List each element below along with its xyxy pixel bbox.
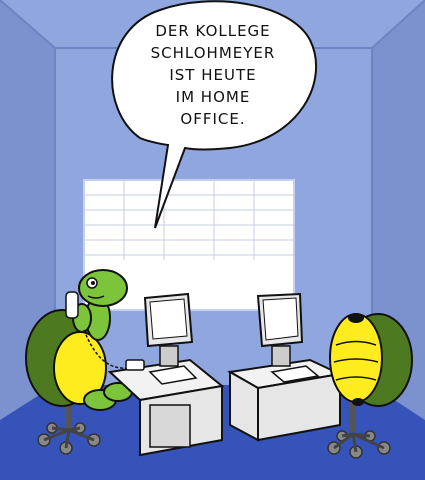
speech-bubble-text: DER KOLLEGE SCHLOHMEYER IST HEUTE IM HOM… [118,20,308,130]
speech-line-1: DER KOLLEGE [155,22,271,40]
speech-line-3: IST HEUTE [169,66,257,84]
speech-line-5: OFFICE. [180,110,246,128]
speech-line-2: SCHLOHMEYER [150,44,276,62]
speech-line-4: IM HOME [175,88,251,106]
phone-icon [65,291,79,319]
comic-panel: DER KOLLEGE SCHLOHMEYER IST HEUTE IM HOM… [0,0,425,480]
